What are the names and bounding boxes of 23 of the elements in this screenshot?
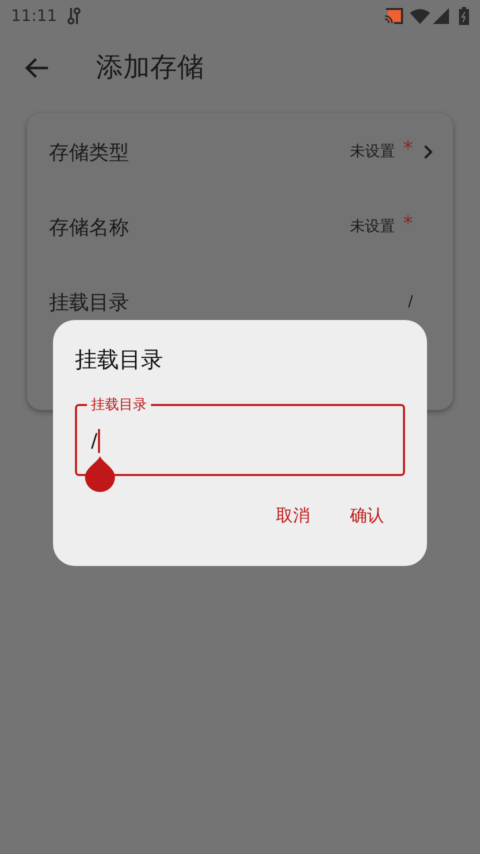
required-mark: * bbox=[403, 213, 413, 233]
setting-value: / bbox=[408, 291, 413, 312]
wifi-icon bbox=[410, 8, 430, 24]
field-value: / bbox=[91, 428, 98, 454]
status-time: 11:11 bbox=[11, 5, 58, 27]
back-arrow-icon[interactable] bbox=[24, 57, 50, 79]
dialog-button[interactable]: 确认 bbox=[350, 504, 384, 530]
dialog-button[interactable]: 取消 bbox=[276, 504, 310, 530]
setting-value: 未设置 bbox=[350, 141, 395, 162]
cast-icon bbox=[384, 8, 404, 24]
signal-icon bbox=[433, 8, 449, 24]
field-label: 挂载目录 bbox=[87, 396, 151, 414]
battery-icon bbox=[459, 7, 469, 25]
dialog-title: 挂载目录 bbox=[75, 347, 164, 375]
setting-label: 存储类型 bbox=[49, 138, 130, 166]
text-cursor bbox=[98, 429, 100, 453]
cursor-handle[interactable] bbox=[85, 456, 115, 492]
setting-value: 未设置 bbox=[350, 216, 395, 238]
required-mark: * bbox=[403, 138, 413, 158]
setting-label: 挂载目录 bbox=[49, 288, 130, 316]
page-title: 添加存储 bbox=[96, 50, 204, 85]
setting-label: 存储名称 bbox=[49, 214, 130, 240]
sliders-icon bbox=[67, 7, 82, 25]
